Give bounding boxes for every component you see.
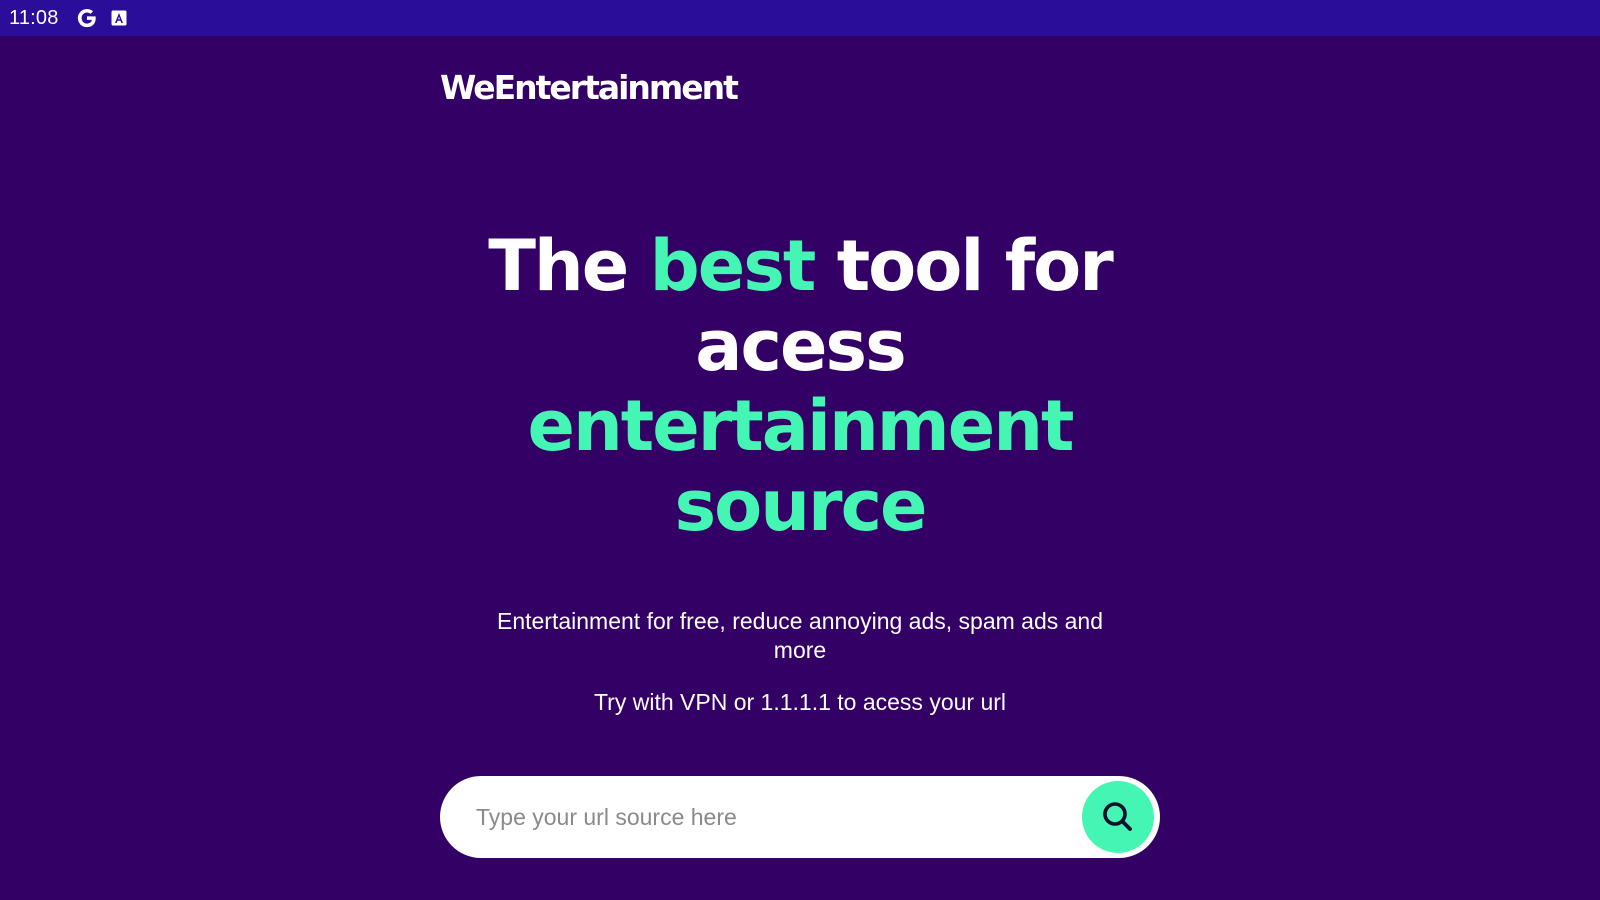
hero-accent-1: best: [649, 225, 817, 307]
url-search-input[interactable]: [476, 796, 1076, 838]
hero-tip: Try with VPN or 1.1.1.1 to acess your ur…: [593, 689, 1007, 715]
status-bar: 11:08: [0, 0, 1600, 36]
hero-headline: The best tool for acess entertainment so…: [470, 226, 1130, 546]
hero-accent-2: entertainment source: [527, 385, 1074, 547]
assistant-a-icon: [111, 10, 127, 26]
url-search-bar: [440, 776, 1160, 858]
hero-subtitle: Entertainment for free, reduce annoying …: [496, 608, 1104, 663]
page: WeEntertainment The best tool for acess …: [0, 36, 1600, 900]
brand-logo[interactable]: WeEntertainment: [440, 68, 739, 107]
search-icon: [1103, 802, 1132, 831]
hero-text-1: The: [488, 225, 650, 307]
search-button[interactable]: [1082, 781, 1154, 853]
google-g-icon: [76, 7, 98, 29]
status-time: 11:08: [9, 6, 59, 29]
